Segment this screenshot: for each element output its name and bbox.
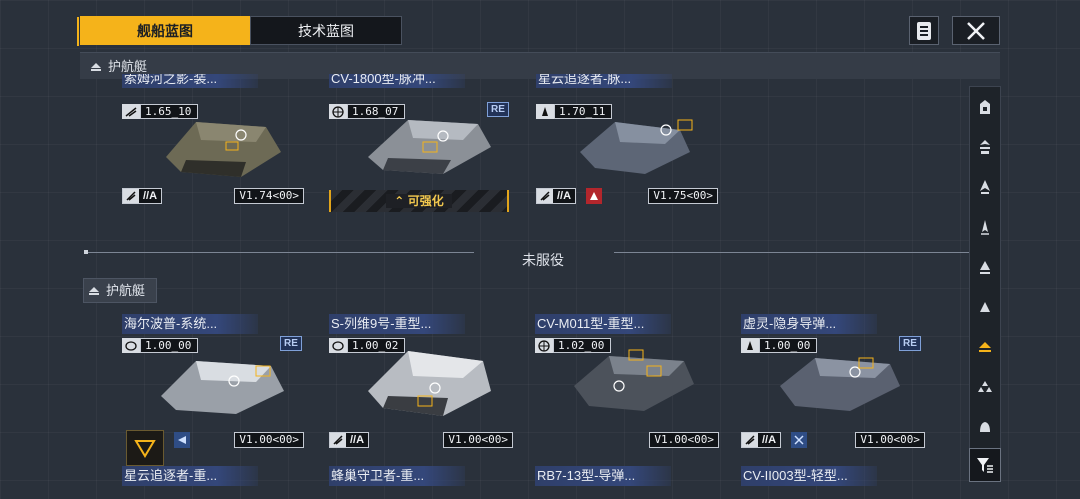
tab-ship-blueprint[interactable]: 舰船蓝图 — [77, 16, 250, 46]
ship-name: 虚灵-隐身导弹... — [741, 314, 877, 334]
escort-icon — [90, 54, 102, 81]
version-box: V1.74<00> — [234, 188, 304, 204]
section-header-label: 护航艇 — [108, 59, 148, 74]
crossed-swords-icon — [791, 432, 807, 448]
ship-card[interactable]: CV-M011型-重型... 1.02_00 V1.00<00> — [535, 314, 725, 448]
ship-card[interactable]: 索姆河之影-装... 1.65_10 //A V1.74<00> — [122, 74, 312, 210]
filter-destroyer[interactable] — [970, 129, 1000, 165]
ship-model-image — [161, 361, 284, 414]
ship-name: CV-1800型-脉冲... — [329, 74, 465, 88]
ship-card[interactable]: S-列维9号-重型... 1.00_02 //A V1.00<00> — [329, 314, 519, 448]
globe-icon — [535, 338, 553, 353]
ship-name: S-列维9号-重型... — [329, 314, 465, 334]
version-box: V1.00<00> — [443, 432, 513, 448]
filter-frigate[interactable] — [970, 169, 1000, 205]
ship-name[interactable]: 星云追逐者-重... — [122, 466, 258, 486]
ship-type-filter-sidebar — [969, 86, 1001, 481]
tab-tech-blueprint[interactable]: 技术蓝图 — [250, 16, 402, 45]
ship-name: 索姆河之影-装... — [122, 74, 258, 88]
ship-card[interactable]: 虚灵-隐身导弹... 1.00_00 RE //A V1.00<00> — [741, 314, 931, 448]
decommissioned-label: 未服役 — [522, 252, 564, 268]
close-icon — [967, 21, 985, 40]
radar-icon — [329, 338, 347, 353]
filter-battlecruiser[interactable] — [970, 249, 1000, 285]
ship-class-tag: //A — [122, 188, 163, 204]
ship-card[interactable]: 海尔波普-系统... 1.00_00 RE V1.00<00> — [122, 314, 312, 466]
ship-class-tag: //A — [329, 432, 370, 448]
filter-fighter-group[interactable] — [970, 369, 1000, 405]
ship-name[interactable]: RB7-13型-导弹... — [535, 466, 671, 486]
escort-icon — [88, 280, 100, 303]
version-box: V1.00<00> — [649, 432, 719, 448]
divider-dot — [84, 250, 88, 254]
version-box: V1.00<00> — [855, 432, 925, 448]
ship-model-image — [580, 119, 693, 174]
ship-model-image — [368, 120, 491, 174]
destroyer-icon — [980, 140, 990, 154]
list-view-button[interactable] — [909, 16, 939, 45]
battlecruiser-icon — [980, 261, 990, 274]
ship-name[interactable]: 蜂巢守卫者-重... — [329, 466, 465, 486]
version-box: V1.00<00> — [234, 432, 304, 448]
cruiser-icon — [981, 220, 989, 235]
rocket-icon — [536, 104, 554, 119]
globe-icon — [329, 104, 347, 119]
corvette-icon — [980, 302, 990, 312]
ship-card[interactable]: 星云追逐者-脉... 1.70_11 //A V1.75<00> — [536, 74, 726, 210]
subsection-header-escort: 护航艇 — [83, 278, 157, 303]
version-box: V1.75<00> — [648, 188, 718, 204]
close-button[interactable] — [952, 16, 1000, 45]
ship-model-image — [780, 357, 900, 411]
ship-model-image — [574, 349, 694, 411]
aux-ship-icon — [980, 422, 990, 432]
filter-corvette[interactable] — [970, 289, 1000, 325]
blueprint-tabs: 舰船蓝图 技术蓝图 — [77, 16, 402, 46]
rocket-icon — [741, 338, 759, 353]
fighter-group-icon — [978, 381, 992, 392]
ship-name: CV-M011型-重型... — [535, 314, 671, 334]
filter-escort[interactable] — [970, 329, 1000, 365]
filter-cruiser[interactable] — [970, 209, 1000, 245]
filter-icon — [977, 458, 993, 473]
ship-name: 海尔波普-系统... — [122, 314, 258, 334]
link-icon — [174, 432, 190, 448]
thrust-icon — [122, 104, 140, 119]
alert-icon — [586, 188, 602, 204]
ship-class-tag: //A — [536, 188, 577, 204]
document-list-icon — [917, 21, 931, 40]
upgrade-icon: ⌃ — [394, 194, 405, 208]
carrier-icon — [980, 100, 990, 114]
escort-icon — [979, 342, 991, 352]
upgrade-available-banner[interactable]: ⌃ 可强化 — [329, 190, 509, 212]
filter-carrier[interactable] — [970, 89, 1000, 125]
ship-class-tag: //A — [741, 432, 782, 448]
ship-model-image — [368, 351, 491, 416]
filter-button[interactable] — [969, 448, 1001, 482]
ship-name[interactable]: CV-II003型-轻型... — [741, 466, 877, 486]
frigate-icon — [980, 180, 990, 194]
filter-aux-ship[interactable] — [970, 409, 1000, 445]
divider-right — [614, 252, 970, 253]
ship-card[interactable]: CV-1800型-脉冲... 1.68_07 RE ⌃ 可强化 — [329, 74, 519, 212]
radar-icon — [122, 338, 140, 353]
ship-name: 星云追逐者-脉... — [536, 74, 672, 88]
divider-left — [84, 252, 474, 253]
ship-model-image — [166, 122, 281, 177]
